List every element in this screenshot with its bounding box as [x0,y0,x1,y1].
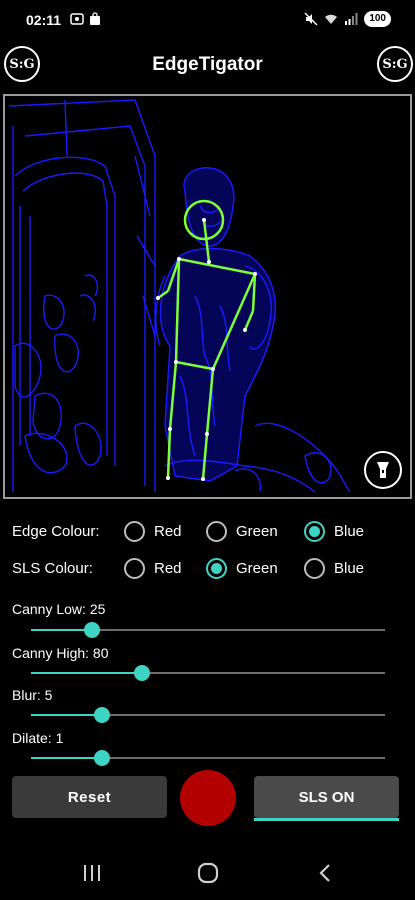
slider-thumb[interactable] [84,622,100,638]
radio-label: Blue [334,560,365,577]
sls-colour-label: SLS Colour: [12,560,93,577]
radio-label: Red [154,560,182,577]
radio-circle [304,558,325,579]
radio-circle [206,521,227,542]
slider-fill [31,714,102,716]
shopping-bag-icon [90,12,100,25]
dilate-slider[interactable] [31,748,385,768]
slider-thumb[interactable] [94,750,110,766]
home-icon [197,862,219,884]
back-icon [319,864,330,882]
slider-fill [31,629,92,631]
status-time: 02:11 [26,12,62,28]
sls-toggle-button[interactable]: SLS ON [254,776,399,821]
wifi-icon [325,14,338,24]
blur-slider[interactable] [31,705,385,725]
back-button[interactable] [310,860,340,886]
radio-circle [124,558,145,579]
radio-label: Green [236,523,278,540]
system-icons: 100 [304,11,391,27]
recents-button[interactable] [77,860,107,886]
sls-colour-red-radio[interactable]: Red [124,558,182,579]
battery-indicator: 100 [364,11,391,27]
edge-colour-group: Edge Colour: Red Green Blue [0,517,415,547]
camera-preview [3,94,412,499]
edge-colour-blue-radio[interactable]: Blue [304,521,364,542]
system-nav-bar [0,850,415,900]
sls-colour-group: SLS Colour: Red Green Blue [0,554,415,584]
radio-circle [124,521,145,542]
sls-colour-blue-radio[interactable]: Blue [304,558,364,579]
home-button[interactable] [193,860,223,886]
edge-lines [8,99,351,493]
slider-thumb[interactable] [134,665,150,681]
mute-icon [304,12,318,26]
slider-fill [31,757,102,759]
sls-colour-green-radio[interactable]: Green [206,558,278,579]
edge-detection-view [8,99,351,493]
edge-colour-label: Edge Colour: [12,523,100,540]
recents-icon [84,865,100,881]
blur-label: Blur: 5 [12,687,53,703]
record-button[interactable] [180,770,236,826]
canny-low-slider[interactable] [31,620,385,640]
app-bar: S:G EdgeTigator S:G [0,42,415,88]
app-logo-right: S:G [377,46,413,82]
slider-thumb[interactable] [94,707,110,723]
slider-fill [31,672,142,674]
app-title: EdgeTigator [152,54,263,75]
dilate-label: Dilate: 1 [12,730,64,746]
radio-label: Green [236,560,278,577]
status-bar: 02:11 100 [0,0,415,40]
signal-icon [345,13,358,25]
edge-colour-green-radio[interactable]: Green [206,521,278,542]
edge-colour-red-radio[interactable]: Red [124,521,182,542]
canny-high-label: Canny High: 80 [12,645,109,661]
radio-circle [206,558,227,579]
radio-circle [304,521,325,542]
reset-button[interactable]: Reset [12,776,167,818]
radio-label: Red [154,523,182,540]
canny-high-slider[interactable] [31,663,385,683]
notification-icons [70,12,102,26]
radio-label: Blue [334,523,365,540]
screenshot-icon [70,13,84,25]
canny-low-label: Canny Low: 25 [12,601,106,617]
flashlight-icon [377,462,389,478]
torch-button[interactable] [364,451,402,489]
